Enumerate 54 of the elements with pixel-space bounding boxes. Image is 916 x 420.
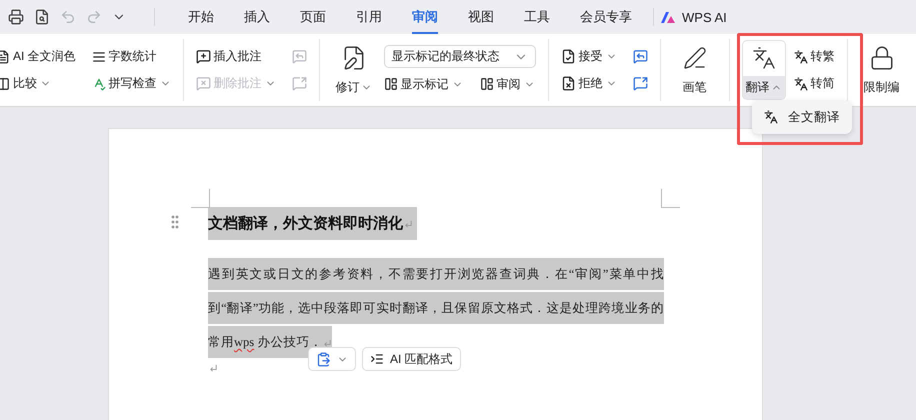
- print-preview-icon[interactable]: [34, 9, 50, 25]
- lines-icon: [92, 50, 106, 64]
- menu-item[interactable]: 全文翻译: [756, 103, 848, 131]
- ribbon-tab[interactable]: 引用: [356, 0, 382, 34]
- columns-icon: [0, 76, 10, 90]
- language-icon: [794, 76, 808, 90]
- paragraph-mark-icon: [323, 338, 332, 348]
- ribbon-button[interactable]: 拼写检查: [92, 72, 171, 94]
- ribbon-large-button[interactable]: 画笔: [672, 40, 717, 100]
- translate-icon: [752, 46, 776, 70]
- file-x-icon: [560, 76, 576, 91]
- ribbon-tab[interactable]: 视图: [468, 0, 494, 34]
- language-icon: [794, 50, 808, 64]
- ribbon-button[interactable]: 字数统计: [92, 46, 171, 68]
- document-icon: [0, 50, 10, 64]
- clipboard-icon: [316, 352, 331, 366]
- ribbon-button[interactable]: AI 全文润色: [0, 46, 76, 68]
- ribbon-tab[interactable]: 会员专享: [580, 0, 632, 34]
- panel-icon: [480, 77, 494, 91]
- paragraph-mark-icon: [404, 220, 413, 229]
- crop-mark: [661, 189, 680, 208]
- ribbon-button[interactable]: 转简: [794, 72, 835, 94]
- ribbon-large-button[interactable]: 修订: [332, 40, 376, 100]
- ribbon-button[interactable]: 审阅: [480, 73, 536, 95]
- ribbon-button[interactable]: 转繁: [794, 46, 835, 68]
- lock-icon: [868, 45, 895, 72]
- panel-icon: [384, 77, 398, 91]
- drag-handle-icon[interactable]: [171, 215, 179, 229]
- ribbon-button[interactable]: 拒绝: [560, 72, 617, 94]
- paragraph-mark-icon: [209, 364, 218, 372]
- pen-icon: [682, 46, 707, 70]
- file-check-icon: [560, 49, 576, 64]
- comment-delete-icon: [196, 76, 211, 91]
- ribbon-button[interactable]: 插入批注: [196, 46, 276, 68]
- ai-tab[interactable]: WPS AI: [660, 0, 727, 34]
- markup-select[interactable]: 显示标记的最终状态: [384, 45, 536, 68]
- translate-icon: [764, 110, 778, 124]
- ai-format-button[interactable]: AI 匹配格式: [362, 347, 461, 371]
- ribbon-tab[interactable]: 开始: [188, 0, 214, 34]
- ribbon-tab[interactable]: 插入: [244, 0, 270, 34]
- ribbon-button[interactable]: 接受: [560, 46, 617, 68]
- paste-options-button[interactable]: [308, 347, 356, 371]
- ribbon-button[interactable]: 比较: [0, 72, 76, 94]
- crop-mark: [191, 189, 210, 208]
- ribbon-button[interactable]: 显示标记: [384, 73, 464, 95]
- print-icon[interactable]: [8, 9, 24, 25]
- ribbon-tab[interactable]: 页面: [300, 0, 326, 34]
- ribbon-large-button[interactable]: 限制编: [860, 40, 904, 100]
- comment-plus-icon: [196, 49, 211, 64]
- ai-logo-icon: [660, 10, 676, 24]
- ribbon-tab[interactable]: 工具: [524, 0, 550, 34]
- ribbon-large-button[interactable]: 翻译: [742, 40, 786, 100]
- indent-list-icon: [370, 352, 384, 366]
- heading-text: 文档翻译，外文资料即时消化: [208, 207, 417, 240]
